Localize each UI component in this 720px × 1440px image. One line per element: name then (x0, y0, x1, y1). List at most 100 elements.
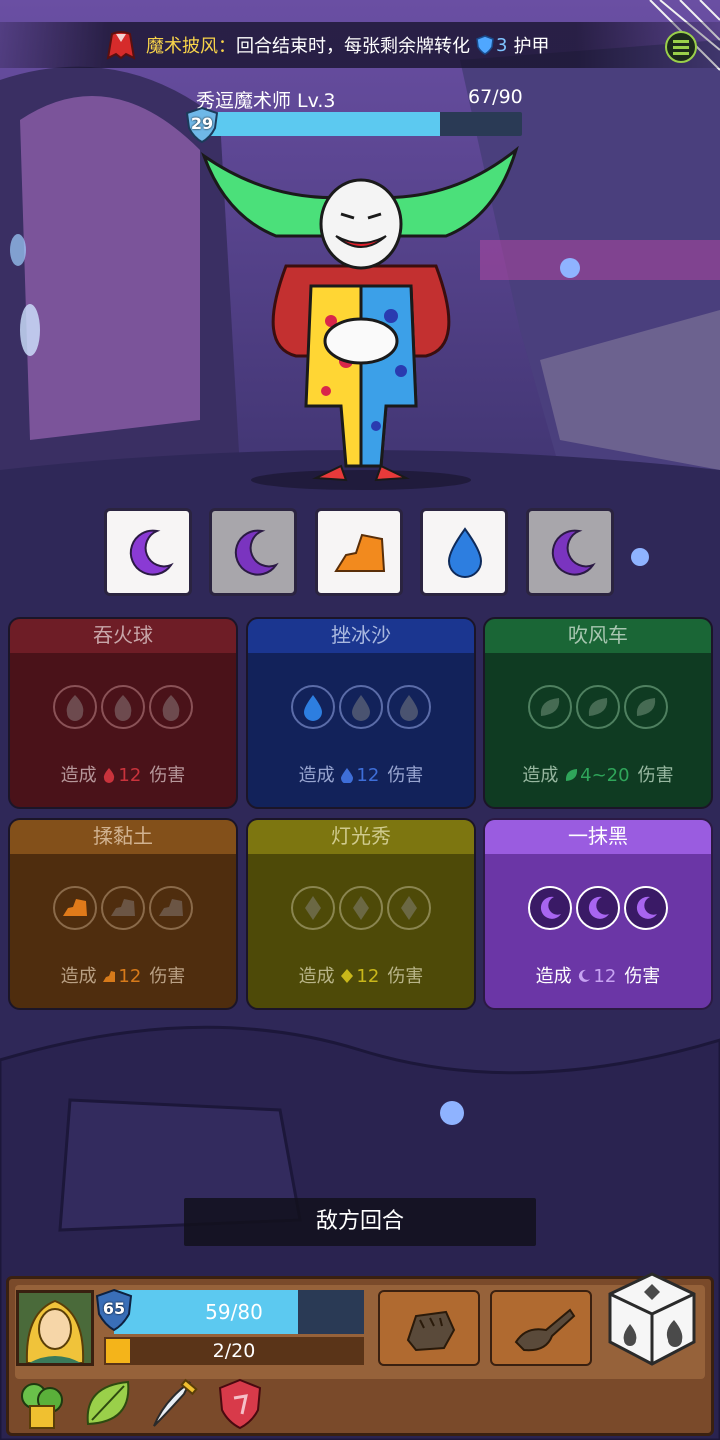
magician-enemy-sprite[interactable] (196, 146, 526, 492)
dagger-icon[interactable] (146, 1376, 202, 1432)
water-drop-icon (352, 695, 370, 721)
relic-description: 回合结束时，每张剩余牌转化 (236, 36, 470, 57)
menu-icon[interactable] (664, 30, 698, 64)
skill-name: 挫冰沙 (248, 619, 474, 653)
tool-action-button[interactable] (490, 1290, 592, 1366)
wind-slot[interactable] (528, 685, 572, 729)
skill-description: 造成 12 伤害 (10, 962, 236, 988)
skill-panel-wind[interactable]: 吹风车 造成 4~20 伤害 (483, 617, 713, 809)
fire-slot[interactable] (149, 685, 193, 729)
clay-slot[interactable] (101, 886, 145, 930)
moon-icon (234, 529, 279, 576)
water-drop-icon (304, 695, 322, 721)
player-armor-badge: 65 (94, 1288, 134, 1332)
skill-name: 吹风车 (485, 619, 711, 653)
clay-icon (103, 971, 116, 982)
fire-slot[interactable] (53, 685, 97, 729)
avatar-image (19, 1293, 91, 1363)
water-slot[interactable] (291, 685, 335, 729)
moon-icon (579, 969, 591, 982)
clay-icon (111, 899, 135, 916)
damage-value: 12 (118, 966, 142, 987)
cape-icon (106, 31, 136, 60)
fire-icon (114, 695, 132, 721)
skill-description: 造成 12 伤害 (10, 761, 236, 787)
desc-suffix: 伤害 (149, 765, 186, 786)
relic-banner[interactable]: 魔术披风 ： 回合结束时，每张剩余牌转化 3 护甲 (0, 22, 720, 68)
light-slot[interactable] (291, 886, 335, 930)
skill-panel-light[interactable]: 灯光秀 造成 12 伤害 (246, 818, 476, 1010)
relic-armor-value: 3 (496, 34, 508, 56)
skill-name: 揉黏土 (10, 820, 236, 854)
skill-panel-fire[interactable]: 吞火球 造成 12 伤害 (8, 617, 238, 809)
skill-description: 造成 12 伤害 (248, 761, 474, 787)
relic-armor-label: 护甲 (513, 36, 550, 57)
skill-slots (10, 886, 236, 930)
skill-slots (248, 685, 474, 729)
element-card-clay[interactable] (315, 508, 403, 596)
skill-slots (248, 886, 474, 930)
water-slot[interactable] (387, 685, 431, 729)
relic-separator: ： (218, 36, 236, 57)
enemy-armor-badge: 29 (184, 106, 220, 144)
moon-icon (129, 529, 174, 576)
damage-value: 4~20 (580, 765, 630, 786)
desc-suffix: 伤害 (387, 966, 424, 987)
fist-action-button[interactable] (378, 1290, 480, 1366)
light-slot[interactable] (387, 886, 431, 930)
moon-icon (551, 529, 596, 576)
skill-description: 造成 4~20 伤害 (485, 761, 711, 787)
clay-icon (63, 899, 87, 916)
wind-slot[interactable] (576, 685, 620, 729)
item-bar (14, 1376, 268, 1434)
water-drop-icon (400, 695, 418, 721)
skill-panel-ice[interactable]: 挫冰沙 造成 12 伤害 (246, 617, 476, 809)
leaf-icon (540, 698, 560, 716)
fist-icon (406, 1310, 456, 1352)
clay-slot[interactable] (53, 886, 97, 930)
fire-icon (104, 768, 115, 783)
desc-prefix: 造成 (522, 765, 559, 786)
leaf-icon[interactable] (80, 1376, 136, 1432)
player-avatar[interactable] (16, 1290, 94, 1366)
desc-prefix: 造成 (60, 765, 97, 786)
skill-name: 一抹黑 (485, 820, 711, 854)
herb-pot-icon[interactable] (14, 1376, 70, 1432)
light-slot[interactable] (339, 886, 383, 930)
damage-value: 12 (593, 966, 617, 987)
enemy-hp-bar (202, 112, 522, 136)
dark-slot[interactable] (528, 886, 572, 930)
fire-slot[interactable] (101, 685, 145, 729)
wind-slot[interactable] (624, 685, 668, 729)
dark-slot[interactable] (624, 886, 668, 930)
relic-name: 魔术披风 (146, 36, 218, 57)
clay-icon (159, 899, 183, 916)
moon-icon (588, 896, 609, 919)
dark-slot[interactable] (576, 886, 620, 930)
skill-slots (485, 886, 711, 930)
leaf-icon (588, 698, 608, 716)
skill-panel-dark[interactable]: 一抹黑 造成 12 伤害 (483, 818, 713, 1010)
diamond-icon (305, 896, 321, 920)
skill-description: 造成 12 伤害 (485, 962, 711, 988)
element-card-dark[interactable] (526, 508, 614, 596)
tool-icon (514, 1308, 576, 1352)
element-card-dark[interactable] (209, 508, 297, 596)
skill-description: 造成 12 伤害 (248, 962, 474, 988)
element-card-dark[interactable] (104, 508, 192, 596)
desc-prefix: 造成 (535, 966, 572, 987)
water-drop-icon (341, 768, 354, 783)
clay-slot[interactable] (149, 886, 193, 930)
player-armor-value: 65 (102, 1299, 126, 1318)
water-slot[interactable] (339, 685, 383, 729)
leaf-icon (566, 769, 578, 781)
skill-panel-clay[interactable]: 揉黏土 造成 12 伤害 (8, 818, 238, 1010)
skill-slots (485, 685, 711, 729)
desc-prefix: 造成 (60, 966, 97, 987)
dice-icon[interactable] (604, 1270, 700, 1368)
desc-suffix: 伤害 (387, 765, 424, 786)
turn-indicator: 敌方回合 (184, 1198, 536, 1246)
gem-shield-icon[interactable] (212, 1376, 268, 1432)
element-card-water[interactable] (420, 508, 508, 596)
skill-name: 灯光秀 (248, 820, 474, 854)
